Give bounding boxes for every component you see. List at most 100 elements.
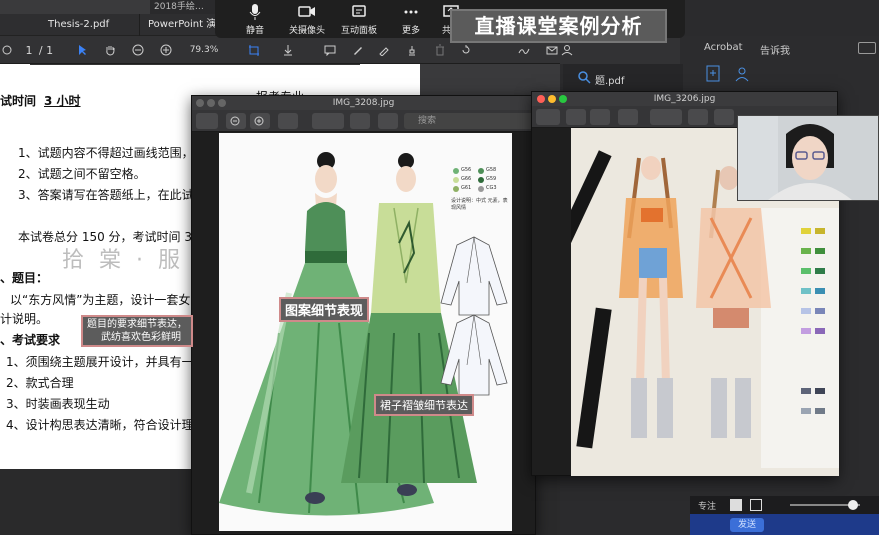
close-button[interactable] bbox=[196, 99, 204, 107]
chat-hint bbox=[642, 522, 694, 530]
volume-slider-handle[interactable] bbox=[848, 500, 858, 510]
window-toggle-icon[interactable] bbox=[858, 42, 876, 54]
side-file-label[interactable]: 题.pdf bbox=[595, 72, 624, 87]
swatch-code: G66 bbox=[461, 176, 472, 182]
requirement-line: 4、设计构思表达清晰，符合设计理念 bbox=[6, 418, 206, 432]
rotate-icon[interactable] bbox=[458, 40, 474, 60]
rule-line: 2、试题之间不留空格。 bbox=[18, 167, 146, 181]
zoom-in-icon[interactable] bbox=[158, 40, 174, 60]
requirement-line: 2、款式合理 bbox=[6, 376, 74, 390]
zoom-button[interactable] bbox=[218, 99, 226, 107]
annotate-icon[interactable] bbox=[378, 113, 398, 129]
share-users-icon[interactable] bbox=[734, 64, 754, 84]
search-icon[interactable] bbox=[577, 70, 591, 84]
section-title: 、题目： bbox=[0, 271, 49, 285]
select-arrow-icon[interactable] bbox=[74, 40, 90, 60]
sidebar-toggle-icon[interactable] bbox=[196, 113, 218, 129]
sidebar-toggle-icon[interactable] bbox=[536, 109, 560, 125]
presenter-webcam-video bbox=[737, 115, 879, 201]
zoom-out-icon[interactable] bbox=[226, 113, 246, 129]
annotate-icon[interactable] bbox=[714, 109, 734, 125]
swatch-code: CG3 bbox=[486, 185, 497, 191]
hand-tool-icon[interactable] bbox=[102, 40, 118, 60]
chat-input-area: 发送 bbox=[690, 514, 879, 535]
window-title: IMG_3208.jpg bbox=[332, 98, 395, 108]
sign-icon[interactable] bbox=[516, 40, 532, 60]
page-current[interactable]: 1 bbox=[24, 40, 34, 60]
exam-time-label: 试时间 bbox=[0, 94, 37, 108]
zoom-out-icon[interactable] bbox=[566, 109, 586, 125]
swatch-code: G58 bbox=[486, 167, 497, 173]
rotate-icon[interactable] bbox=[688, 109, 708, 125]
stamp-icon[interactable] bbox=[404, 40, 420, 60]
rotate-icon[interactable] bbox=[350, 113, 370, 129]
close-button[interactable] bbox=[537, 95, 545, 103]
fashion-illustration-green-dresses: G56 G58 G66 G59 G61 CG3 设计说明：中式 元素，表现风情 bbox=[219, 133, 512, 531]
layout-icon[interactable] bbox=[750, 499, 762, 511]
zoom-in-icon[interactable] bbox=[250, 113, 270, 129]
send-button[interactable]: 发送 bbox=[730, 518, 764, 532]
callout-skirt-pleats: 裙子褶皱细节表达 bbox=[374, 394, 474, 416]
acrobat-label[interactable]: Acrobat bbox=[704, 42, 743, 53]
interaction-panel-button[interactable]: 互动面板 bbox=[331, 3, 387, 36]
minimize-button[interactable] bbox=[207, 99, 215, 107]
stop-video-button[interactable]: 关摄像头 bbox=[279, 3, 335, 36]
minimize-button[interactable] bbox=[548, 95, 556, 103]
zoom-button[interactable] bbox=[559, 95, 567, 103]
zoom-in-icon[interactable] bbox=[590, 109, 610, 125]
page-total: / 1 bbox=[38, 43, 54, 57]
section-body-tail: 计说明。 bbox=[0, 312, 49, 326]
zoom-out-icon[interactable] bbox=[130, 40, 146, 60]
more-dots-icon bbox=[404, 10, 418, 14]
share-person-icon[interactable] bbox=[560, 40, 574, 60]
window-titlebar: IMG_3208.jpg bbox=[192, 96, 535, 110]
requirement-line: 1、须围绕主题展开设计，并具有一定年 bbox=[6, 355, 218, 369]
markup-pen-icon[interactable] bbox=[312, 113, 344, 129]
swatch-code: G59 bbox=[486, 176, 497, 182]
section-body: 以“东方风情”为主题，设计一套女式 bbox=[10, 293, 203, 307]
search-placeholder: 搜索 bbox=[418, 116, 437, 126]
highlight-icon[interactable] bbox=[376, 40, 392, 60]
more-label: 更多 bbox=[401, 26, 420, 36]
pen-icon[interactable] bbox=[350, 40, 366, 60]
header-rule bbox=[30, 64, 360, 65]
comment-icon[interactable] bbox=[322, 40, 338, 60]
mute-label: 静音 bbox=[245, 26, 264, 36]
search-field[interactable]: 搜索 bbox=[404, 113, 534, 129]
markup-pen-icon[interactable] bbox=[650, 109, 682, 125]
microphone-icon bbox=[249, 4, 261, 20]
rule-line: 3、答案请写在答题纸上，在此试卷上 bbox=[18, 188, 218, 202]
zoom-level[interactable]: 79.3% bbox=[186, 40, 222, 60]
watermark: 拾 棠 · 服 bbox=[62, 248, 184, 273]
chat-toolbar: 专注 bbox=[690, 496, 879, 514]
crop-icon[interactable] bbox=[246, 40, 262, 60]
back-icon[interactable] bbox=[0, 40, 14, 60]
session-banner-title: 直播课堂案例分析 bbox=[450, 9, 667, 43]
tab-thesis-pdf[interactable]: Thesis-2.pdf bbox=[40, 14, 140, 36]
window-titlebar: IMG_3206.jpg bbox=[532, 92, 837, 106]
flat-jacket-sketch-bottom bbox=[440, 314, 508, 396]
callout-pattern-detail: 图案细节表现 bbox=[279, 297, 370, 322]
download-icon[interactable] bbox=[280, 40, 296, 60]
trash-icon[interactable] bbox=[432, 40, 448, 60]
section-title: 、考试要求 bbox=[0, 333, 61, 347]
exam-time-value: 3 小时 bbox=[44, 94, 81, 108]
background-window-tab[interactable]: 2018手绘… bbox=[150, 0, 220, 14]
share-icon[interactable] bbox=[278, 113, 298, 129]
stop-video-label: 关摄像头 bbox=[288, 26, 325, 36]
share-icon[interactable] bbox=[618, 109, 638, 125]
callout-line: 武纺喜欢色彩鲜明 bbox=[101, 332, 181, 343]
mute-button[interactable]: 静音 bbox=[227, 3, 283, 36]
rule-line: 1、试题内容不得超过画线范围，试题 bbox=[18, 146, 218, 160]
mail-icon[interactable] bbox=[544, 40, 560, 60]
chat-panel-icon bbox=[352, 5, 366, 17]
flat-jacket-sketch-top bbox=[440, 236, 508, 316]
callout-exam-note: 题目的要求细节表达， 武纺喜欢色彩鲜明 bbox=[81, 315, 193, 347]
design-note: 设计说明：中式 元素，表现风情 bbox=[451, 198, 508, 211]
requirement-line: 3、时装画表现生动 bbox=[6, 397, 110, 411]
tell-me-label[interactable]: 告诉我 bbox=[760, 42, 790, 57]
export-pdf-icon[interactable] bbox=[704, 64, 724, 84]
focus-mode-label[interactable]: 专注 bbox=[698, 499, 716, 512]
grid-icon[interactable] bbox=[730, 499, 742, 511]
interaction-panel-label: 互动面板 bbox=[340, 26, 377, 36]
